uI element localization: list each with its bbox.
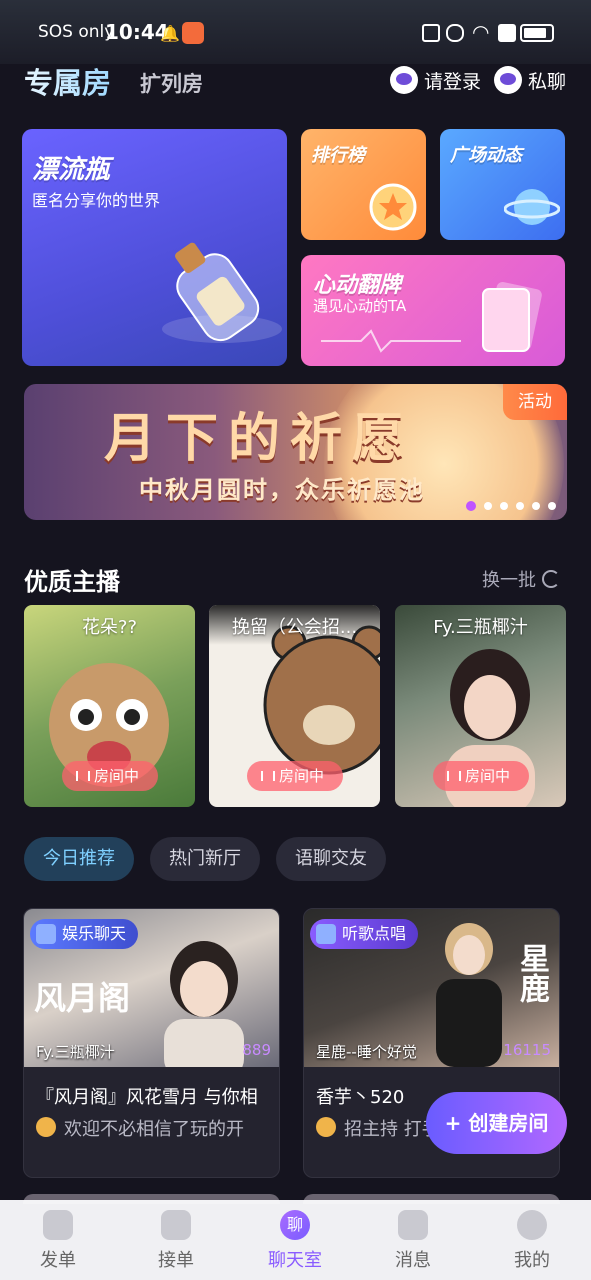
app-notification-icon [182,22,204,44]
tab-social-rooms[interactable]: 扩列房 [140,68,203,98]
refresh-label: 换一批 [482,570,536,591]
cover-text: 星鹿 [514,943,549,1003]
pagination-dot[interactable] [484,502,492,510]
tab-exclusive-rooms[interactable]: 专属房 [24,60,111,102]
heart-flip-card[interactable]: 心动翻牌 遇见心动的TA [301,255,565,366]
room-title: 香芋丶520 [316,1087,405,1108]
nav-label: 发单 [40,1250,76,1271]
chat-icon [494,66,522,94]
refresh-icon [542,570,560,588]
bell-icon: 🔔 [160,24,180,43]
drift-bottle-card[interactable]: 漂流瓶 匿名分享你的世界 [22,129,287,366]
nav-post-order[interactable]: 发单 [18,1200,98,1280]
carrier-text: SOS only [38,22,115,42]
in-room-badge: 房间中 [62,761,158,791]
host-card[interactable]: Fy.三瓶椰汁 房间中 [395,605,566,807]
rocket-icon [43,1210,73,1240]
battery-icon [520,24,554,42]
room-heat: 889 [242,1041,271,1059]
nav-profile[interactable]: 我的 [492,1200,572,1280]
alert-icon [498,24,516,42]
medal-icon [316,1117,336,1137]
nav-label: 我的 [514,1250,550,1271]
room-title: 『风月阁』风花雪月 与你相 [36,1087,258,1108]
nav-label: 消息 [395,1250,431,1271]
pagination-dot[interactable] [532,502,540,510]
nav-take-order[interactable]: 接单 [136,1200,216,1280]
leaderboard-title: 排行榜 [311,145,365,166]
plaza-updates-title: 广场动态 [450,145,522,166]
host-name: 花朵?? [81,617,138,638]
status-bar: SOS only 10:44 🔔 ◠ [0,0,591,64]
cover-text: 风月阁 [34,979,131,1017]
heart-flip-subtitle: 遇见心动的TA [313,297,407,315]
room-desc: 欢迎不必相信了玩的开 [64,1119,244,1140]
section-title-hosts: 优质主播 [24,568,120,596]
in-room-badge: 房间中 [433,761,529,791]
in-room-badge: 房间中 [247,761,343,791]
medal-icon [369,183,417,231]
refresh-button[interactable]: 换一批 [482,566,560,592]
banner-title: 月下的祈愿 [104,409,415,469]
drift-bottle-title: 漂流瓶 [32,155,111,185]
nav-messages[interactable]: 消息 [373,1200,453,1280]
host-name: Fy.三瓶椰汁 [433,617,528,638]
room-heat: 16115 [503,1041,551,1059]
leaderboard-card[interactable]: 排行榜 [301,129,426,240]
avatar-icon [390,66,418,94]
room-card[interactable]: 风月阁 娱乐聊天 Fy.三瓶椰汁 889 『风月阁』风花雪月 与你相 欢迎不必相… [23,908,280,1178]
room-tag: 听歌点唱 [310,919,419,949]
pagination-dot[interactable] [516,502,524,510]
pagination-dot[interactable] [500,502,508,510]
pagination-dot[interactable] [548,502,556,510]
private-chat-button[interactable]: 私聊 [494,66,566,94]
bell-icon [398,1210,428,1240]
swords-icon [161,1210,191,1240]
banner-subtitle: 中秋月圆时，众乐祈愿池 [139,476,425,504]
cards-icon [482,282,542,352]
login-button[interactable]: 请登录 [390,66,481,94]
heartbeat-line [321,329,461,353]
bottom-nav: 发单 接单 聊 聊天室 消息 我的 [0,1200,591,1280]
host-card[interactable]: 花朵?? 房间中 [24,605,195,807]
tab-voice-chat[interactable]: 语聊交友 [276,837,386,881]
host-name: 挽留（公会招... [231,617,358,638]
chat-icon: 聊 [280,1210,310,1240]
nfc-icon [422,24,440,42]
user-icon [517,1210,547,1240]
login-label: 请登录 [424,70,482,93]
host-card[interactable]: 挽留（公会招... 房间中 [209,605,380,807]
tab-hot-new[interactable]: 热门新厅 [150,837,260,881]
drift-bottle-subtitle: 匿名分享你的世界 [32,191,161,210]
tab-today-recommend[interactable]: 今日推荐 [24,837,134,881]
bottle-icon [162,242,282,343]
room-owner: Fy.三瓶椰汁 [36,1043,115,1061]
planet-icon [504,189,560,225]
nav-label: 接单 [158,1250,194,1271]
pagination-dot[interactable] [466,501,476,511]
plaza-updates-card[interactable]: 广场动态 [440,129,565,240]
create-room-button[interactable]: + 创建房间 [426,1092,567,1154]
private-chat-label: 私聊 [528,70,567,93]
vibrate-icon [446,24,464,42]
nav-label: 聊天室 [268,1250,322,1271]
event-banner[interactable]: 月下的祈愿 中秋月圆时，众乐祈愿池 活动 [24,384,567,520]
nav-chatroom[interactable]: 聊 聊天室 [255,1200,335,1280]
medal-icon [36,1117,56,1137]
wifi-icon: ◠ [472,20,490,44]
room-owner: 星鹿--睡个好觉 [316,1043,417,1061]
banner-pagination[interactable] [466,501,556,511]
event-badge: 活动 [503,384,567,420]
room-tag: 娱乐聊天 [30,919,139,949]
